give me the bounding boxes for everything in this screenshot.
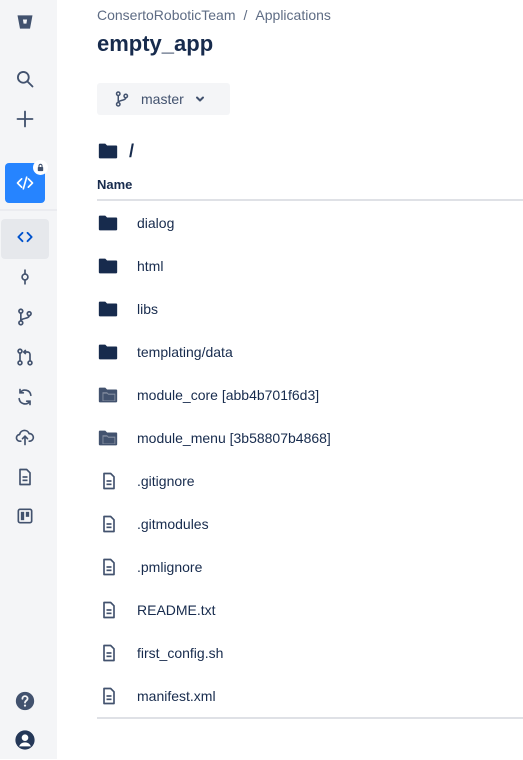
footer-divider (97, 717, 523, 719)
breadcrumb-team-link[interactable]: ConsertoRoboticTeam (97, 7, 236, 23)
file-icon (97, 600, 137, 620)
sidebar-divider (0, 209, 57, 211)
file-row[interactable]: README.txt (97, 588, 523, 631)
file-name-link[interactable]: html (137, 258, 163, 274)
global-sidebar (0, 0, 57, 759)
file-name-link[interactable]: manifest.xml (137, 688, 216, 704)
folder-icon (98, 143, 118, 159)
file-name-link[interactable]: dialog (137, 215, 174, 231)
file-name-link[interactable]: .gitmodules (137, 516, 209, 532)
commits-icon (15, 267, 35, 292)
file-row[interactable]: first_config.sh (97, 631, 523, 674)
file-row[interactable]: .gitignore (97, 459, 523, 502)
folder-icon (97, 212, 137, 234)
branches-icon (15, 307, 35, 332)
branch-selector-button[interactable]: master (97, 83, 230, 115)
plus-icon[interactable] (0, 99, 50, 139)
lock-icon (33, 160, 48, 175)
bitbucket-logo-icon[interactable] (0, 2, 50, 42)
document-icon (15, 467, 35, 492)
sidebar-item-downloads[interactable] (0, 459, 50, 499)
page-title: empty_app (97, 31, 214, 56)
sidebar-item-pull-requests[interactable] (0, 339, 50, 379)
file-row[interactable]: .gitmodules (97, 502, 523, 545)
code-icon (15, 227, 35, 252)
board-icon (15, 506, 35, 531)
file-name-link[interactable]: README.txt (137, 602, 216, 618)
folder-icon (97, 341, 137, 363)
help-icon[interactable] (0, 681, 50, 721)
file-row[interactable]: dialog (97, 201, 523, 244)
sidebar-item-commits[interactable] (0, 259, 50, 299)
pull-requests-icon (15, 347, 35, 372)
breadcrumb-separator: / (243, 7, 248, 23)
file-row[interactable]: manifest.xml (97, 674, 523, 717)
file-name-link[interactable]: first_config.sh (137, 645, 223, 661)
path-text: / (129, 140, 135, 161)
search-icon[interactable] (0, 59, 50, 99)
current-path: / (97, 140, 134, 162)
file-row[interactable]: libs (97, 287, 523, 330)
pipelines-icon (15, 387, 35, 412)
file-name-link[interactable]: libs (137, 301, 158, 317)
submodule-folder-icon (97, 384, 137, 406)
file-name-link[interactable]: templating/data (137, 344, 233, 360)
file-icon (97, 643, 137, 663)
sidebar-item-deployments[interactable] (0, 419, 50, 459)
file-row[interactable]: .pmlignore (97, 545, 523, 588)
file-icon (97, 557, 137, 577)
sidebar-item-branches[interactable] (0, 299, 50, 339)
sidebar-item-source[interactable] (1, 219, 49, 259)
file-icon (97, 686, 137, 706)
sidebar-item-board[interactable] (0, 498, 50, 538)
profile-icon[interactable] (0, 720, 50, 760)
file-name-link[interactable]: module_core [abb4b701f6d3] (137, 387, 319, 403)
file-name-link[interactable]: .pmlignore (137, 559, 202, 575)
breadcrumb-project-link[interactable]: Applications (255, 7, 331, 23)
folder-icon (97, 255, 137, 277)
file-name-link[interactable]: module_menu [3b58807b4868] (137, 430, 331, 446)
file-icon (97, 471, 137, 491)
sidebar-item-pipelines[interactable] (0, 379, 50, 419)
chevron-down-icon (195, 96, 204, 102)
file-row[interactable]: module_menu [3b58807b4868] (97, 416, 523, 459)
column-header-name[interactable]: Name (97, 177, 132, 192)
submodule-folder-icon (97, 427, 137, 449)
folder-icon (97, 298, 137, 320)
deployments-icon (15, 427, 35, 452)
file-name-link[interactable]: .gitignore (137, 473, 195, 489)
file-row[interactable]: templating/data (97, 330, 523, 373)
branch-label: master (141, 91, 184, 107)
file-list: dialog html libs templating/data module_core… (97, 201, 523, 717)
branch-icon (115, 91, 129, 107)
breadcrumb: ConsertoRoboticTeam / Applications (97, 7, 331, 23)
file-icon (97, 514, 137, 534)
file-row[interactable]: module_core [abb4b701f6d3] (97, 373, 523, 416)
file-row[interactable]: html (97, 244, 523, 287)
repo-avatar[interactable] (5, 160, 48, 203)
